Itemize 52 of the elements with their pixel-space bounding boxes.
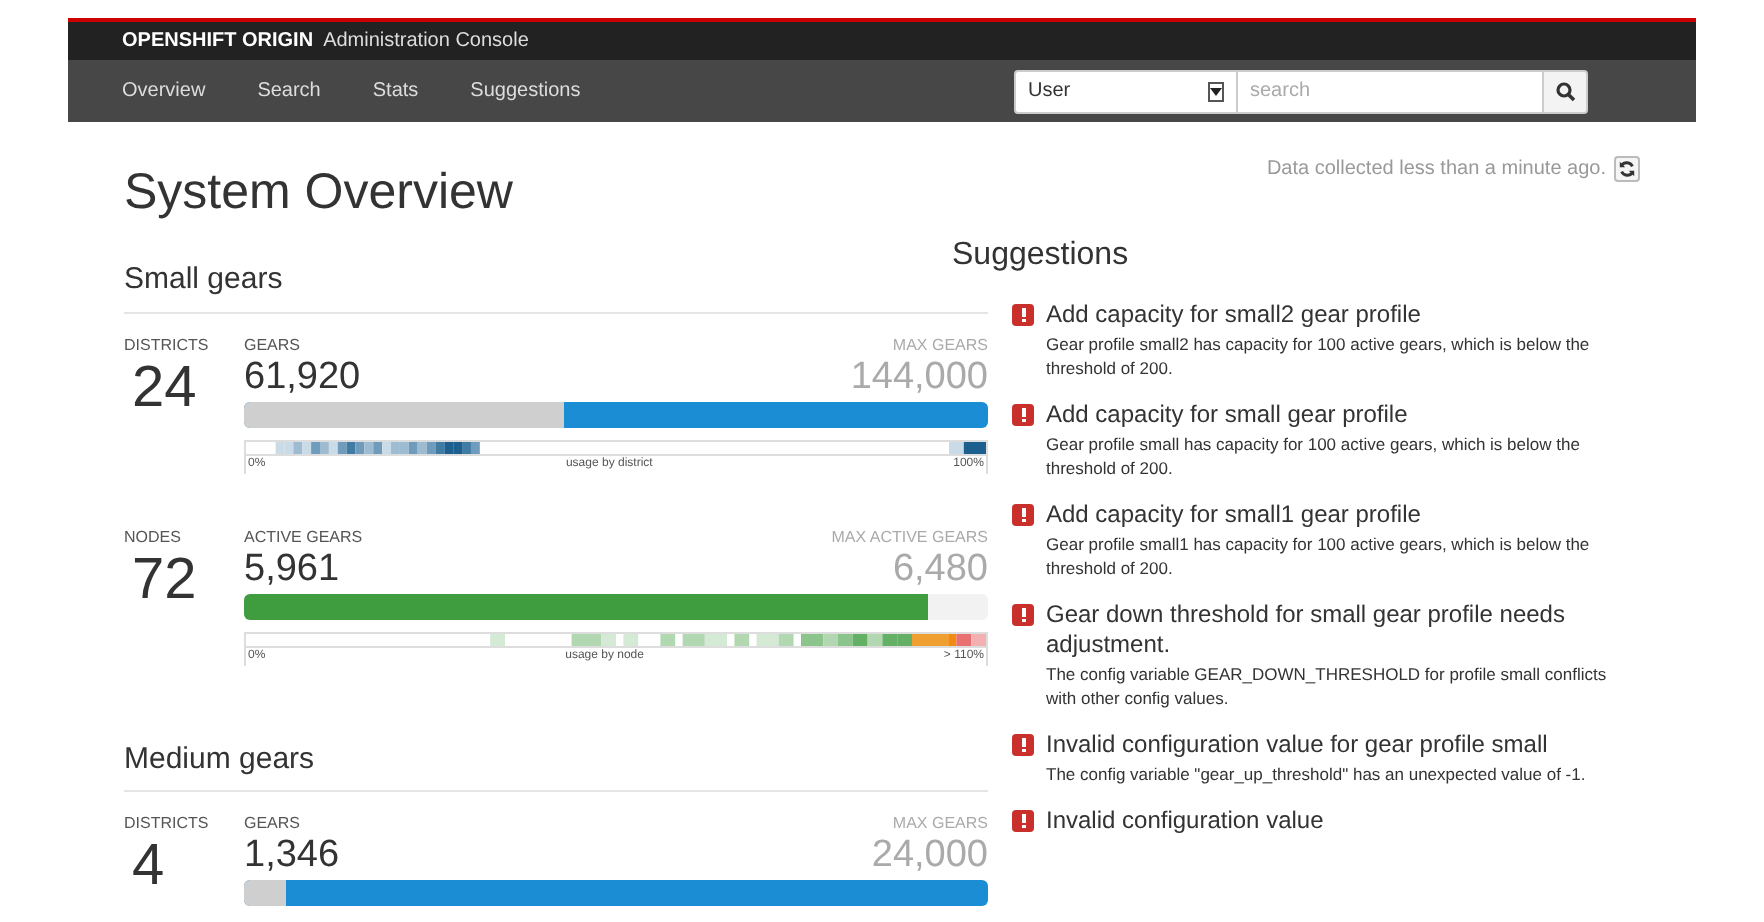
used-label: GEARS: [244, 812, 301, 836]
warning-icon: [1012, 810, 1034, 832]
used-value: 1,346: [244, 836, 340, 876]
scope-dropdown[interactable]: User: [1014, 69, 1238, 113]
search-button[interactable]: [1542, 69, 1588, 113]
nav-link[interactable]: Search: [257, 76, 321, 106]
brand-name: OPENSHIFT ORIGIN: [122, 28, 314, 56]
max-value: 6,480: [892, 549, 988, 589]
max-label: MAX GEARS: [892, 812, 988, 836]
nav-link[interactable]: Stats: [372, 76, 419, 106]
used-label: ACTIVE GEARS: [244, 525, 363, 549]
caret-icon: [1208, 81, 1224, 101]
page-title: System Overview: [124, 162, 515, 222]
search-icon: [1555, 81, 1575, 101]
section-heading: Medium gears: [124, 737, 988, 792]
max-value: 144,000: [850, 357, 988, 397]
collected-note: Data collected less than a minute ago.: [1266, 156, 1606, 184]
suggestion-title: Gear down threshold for small gear profile needs adjustment.: [1046, 600, 1567, 660]
warning-icon: [1012, 734, 1034, 756]
search-field[interactable]: search: [1238, 69, 1542, 113]
warning-icon: [1012, 504, 1034, 526]
warning-icon: [1012, 604, 1034, 626]
count-value: 72: [132, 549, 199, 609]
scope-value: User: [1028, 78, 1071, 106]
warning-icon: [1012, 304, 1034, 326]
suggestion-detail: Gear profile small has capacity for 100 active gears, which is below the threshold of 200.: [1046, 432, 1582, 480]
refresh-icon: [1618, 160, 1636, 178]
suggestion-detail: Gear profile small1 has capacity for 100 active gears, which is below the threshold of 200.: [1046, 532, 1592, 580]
suggestion-detail: Gear profile small2 has capacity for 100 active gears, which is below the threshold of 200.: [1046, 332, 1592, 380]
suggestion-detail: The config variable GEAR_DOWN_THRESHOLD for profile small conflicts with other config values.: [1046, 662, 1609, 710]
suggestion-title: Invalid configuration value for gear profile small: [1046, 730, 1550, 760]
nav-link[interactable]: Suggestions: [470, 76, 581, 106]
count-label: DISTRICTS: [124, 333, 211, 357]
max-label: MAX GEARS: [892, 333, 988, 357]
used-value: 61,920: [244, 357, 361, 397]
max-value: 24,000: [871, 836, 988, 876]
used-label: GEARS: [244, 333, 301, 357]
count-value: 24: [132, 357, 199, 417]
suggestion-title: Add capacity for small1 gear profile: [1046, 500, 1423, 530]
refresh-button[interactable]: [1614, 156, 1640, 182]
console-subtitle: Administration Console: [323, 28, 529, 56]
warning-icon: [1012, 404, 1034, 426]
suggestion-title: Invalid configuration value: [1046, 806, 1324, 836]
max-label: MAX ACTIVE GEARS: [831, 525, 988, 549]
used-value: 5,961: [244, 549, 340, 589]
nav-link[interactable]: Overview: [122, 76, 206, 106]
suggestion-detail: The config variable "gear_up_threshold" has an unexpected value of -1.: [1046, 762, 1586, 786]
count-label: DISTRICTS: [124, 812, 211, 836]
count-value: 4: [132, 836, 167, 896]
suggestion-title: Add capacity for small2 gear profile: [1046, 300, 1423, 330]
count-label: NODES: [124, 525, 183, 549]
suggestion-title: Add capacity for small gear profile: [1046, 400, 1410, 430]
